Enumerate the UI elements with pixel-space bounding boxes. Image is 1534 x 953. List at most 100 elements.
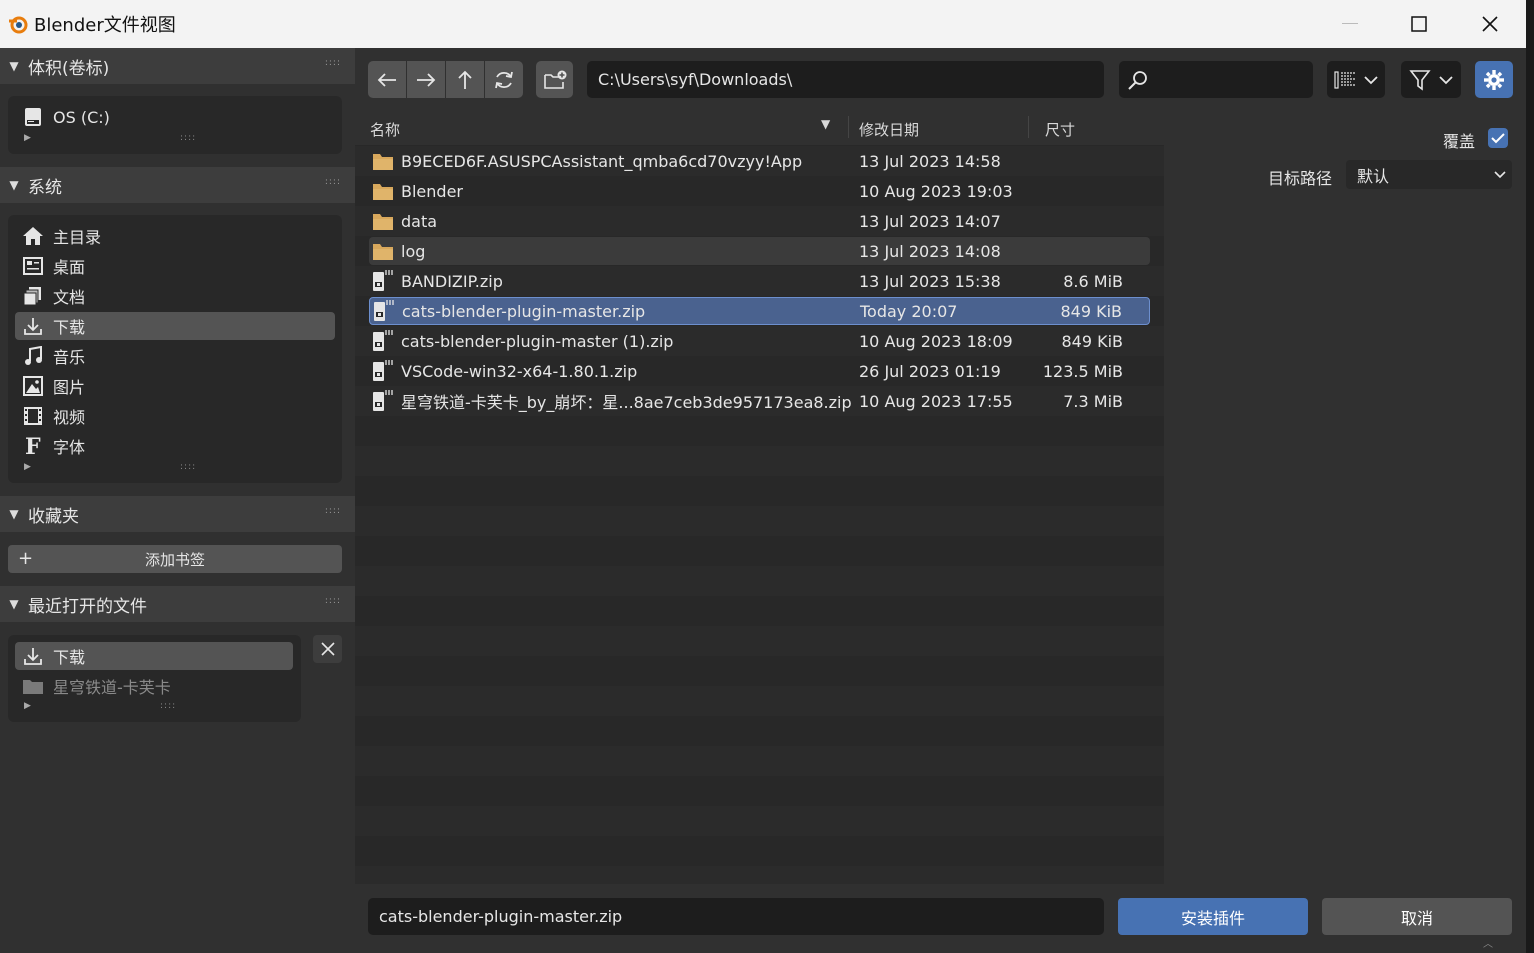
- refresh-icon: [495, 71, 513, 88]
- file-date: 13 Jul 2023 14:58: [859, 151, 1001, 171]
- filter-dropdown[interactable]: [1401, 61, 1461, 98]
- sidebar-item-desktop[interactable]: 桌面: [15, 252, 335, 280]
- back-button[interactable]: [368, 61, 406, 98]
- file-date: Today 20:07: [860, 301, 958, 321]
- collapse-arrow-icon: ▼: [9, 178, 19, 192]
- file-size: 849 KiB: [1060, 301, 1122, 321]
- sidebar-item-home[interactable]: 主目录: [15, 222, 335, 250]
- resize-grip-icon[interactable]: ::::: [180, 133, 196, 143]
- font-icon: F: [18, 432, 48, 460]
- file-date: 10 Aug 2023 17:55: [859, 391, 1013, 411]
- sidebar-item-documents[interactable]: 文档: [15, 282, 335, 310]
- file-row[interactable]: VSCode-win32-x64-1.80.1.zip 26 Jul 2023 0…: [369, 357, 1150, 385]
- resize-grip-icon[interactable]: ::::: [160, 701, 176, 711]
- file-size: 849 KiB: [1061, 331, 1123, 351]
- file-size: 8.6 MiB: [1063, 271, 1123, 291]
- expand-arrow-icon[interactable]: ▶: [24, 133, 31, 143]
- arrow-left-icon: [377, 72, 396, 87]
- arrow-right-icon: [417, 72, 436, 87]
- zip-file-icon: [369, 327, 397, 355]
- target-path-dropdown[interactable]: 默认: [1346, 160, 1512, 189]
- file-name: log: [401, 241, 426, 261]
- scroll-up-icon[interactable]: ︿: [1483, 935, 1493, 950]
- file-row[interactable]: cats-blender-plugin-master (1).zip 10 Aug…: [369, 327, 1150, 355]
- expand-arrow-icon[interactable]: ▶: [24, 701, 31, 711]
- install-addon-button[interactable]: 安装插件: [1118, 898, 1308, 935]
- file-date: 26 Jul 2023 01:19: [859, 361, 1001, 381]
- sidebar-item-pictures[interactable]: 图片: [15, 372, 335, 400]
- new-folder-button[interactable]: [536, 61, 573, 98]
- remove-recent-button[interactable]: [313, 635, 342, 663]
- close-window-button[interactable]: [1455, 0, 1525, 48]
- volumes-panel-header[interactable]: ▼ 体积(卷标) ::::: [0, 48, 355, 84]
- file-row[interactable]: cats-blender-plugin-master.zip Today 20:0…: [369, 297, 1150, 325]
- settings-toggle-button[interactable]: [1475, 61, 1513, 98]
- drag-grip-icon[interactable]: ::::: [325, 177, 341, 187]
- file-row[interactable]: Blender 10 Aug 2023 19:03: [369, 177, 1150, 205]
- filename-input[interactable]: cats-blender-plugin-master.zip: [368, 898, 1104, 935]
- drag-grip-icon[interactable]: ::::: [325, 596, 341, 606]
- display-mode-dropdown[interactable]: [1327, 61, 1385, 98]
- title-bar: Blender文件视图: [0, 0, 1526, 48]
- list-stripe: [355, 506, 1164, 536]
- file-size: 123.5 MiB: [1042, 361, 1123, 381]
- forward-button[interactable]: [407, 61, 445, 98]
- file-row[interactable]: B9ECED6F.ASUSPCAssistant_qmba6cd70vzyy!A…: [369, 147, 1150, 175]
- recent-item-folder[interactable]: 星穹铁道-卡芙卡: [15, 672, 293, 700]
- sidebar-item-videos[interactable]: 视频: [15, 402, 335, 430]
- file-row[interactable]: log 13 Jul 2023 14:08: [369, 237, 1150, 265]
- column-separator[interactable]: [1028, 116, 1029, 138]
- collapse-arrow-icon: ▼: [9, 507, 19, 521]
- search-input[interactable]: [1119, 61, 1313, 98]
- file-row[interactable]: 星穹铁道-卡芙卡_by_崩坏：星...8ae7ceb3de957173ea8.z…: [369, 387, 1150, 415]
- recent-panel-header[interactable]: ▼ 最近打开的文件 ::::: [0, 586, 355, 622]
- parent-directory-button[interactable]: [446, 61, 484, 98]
- add-bookmark-button[interactable]: + 添加书签: [8, 545, 342, 573]
- sidebar-item-fonts[interactable]: F 字体: [15, 432, 335, 460]
- list-stripe: [355, 596, 1164, 626]
- file-row[interactable]: data 13 Jul 2023 14:07: [369, 207, 1150, 235]
- system-list: 主目录 桌面 文档 下载 音乐 图片 视频 F 字体 ▶::::: [8, 215, 342, 483]
- sort-arrow-icon[interactable]: ▼: [821, 117, 830, 131]
- bookmarks-panel-header[interactable]: ▼ 收藏夹 ::::: [0, 496, 355, 532]
- resize-grip-icon[interactable]: ::::: [180, 462, 196, 472]
- list-stripe: [355, 686, 1164, 716]
- sidebar-item-label: 图片: [53, 378, 86, 397]
- sidebar-item-downloads[interactable]: 下载: [15, 312, 335, 340]
- overwrite-checkbox[interactable]: [1488, 128, 1508, 148]
- column-header-size[interactable]: 尺寸: [1045, 119, 1075, 140]
- column-separator[interactable]: [848, 116, 849, 138]
- plus-icon: +: [18, 548, 34, 569]
- list-stripe: [355, 626, 1164, 656]
- maximize-button[interactable]: [1384, 0, 1454, 48]
- download-icon: [18, 312, 48, 340]
- collapse-arrow-icon: ▼: [9, 59, 19, 73]
- add-bookmark-label: 添加书签: [144, 550, 205, 569]
- column-header-date[interactable]: 修改日期: [859, 119, 919, 140]
- cancel-button[interactable]: 取消: [1322, 898, 1512, 935]
- system-panel-header[interactable]: ▼ 系统 ::::: [0, 167, 355, 203]
- zip-file-icon: [369, 387, 397, 415]
- chevron-down-icon: [1494, 171, 1506, 179]
- directory-path-input[interactable]: C:\Users\syf\Downloads\: [587, 61, 1104, 98]
- volume-item-label: OS (C:): [53, 107, 110, 127]
- zip-file-icon: [370, 297, 398, 325]
- sidebar-item-label: 字体: [53, 438, 86, 457]
- overwrite-label: 覆盖: [1443, 132, 1476, 151]
- file-name: Blender: [401, 181, 463, 201]
- file-size: 7.3 MiB: [1063, 391, 1123, 411]
- volume-item-os-c[interactable]: OS (C:): [15, 103, 335, 131]
- expand-arrow-icon[interactable]: ▶: [24, 462, 31, 472]
- refresh-button[interactable]: [485, 61, 523, 98]
- list-stripe: [355, 566, 1164, 596]
- drag-grip-icon[interactable]: ::::: [325, 58, 341, 68]
- recent-item-downloads[interactable]: 下载: [15, 642, 293, 670]
- music-icon: [18, 342, 48, 370]
- minimize-button[interactable]: [1315, 0, 1385, 48]
- file-row[interactable]: BANDIZIP.zip 13 Jul 2023 15:38 8.6 MiB: [369, 267, 1150, 295]
- file-name: cats-blender-plugin-master (1).zip: [401, 331, 674, 351]
- sidebar-item-music[interactable]: 音乐: [15, 342, 335, 370]
- column-header-name[interactable]: 名称: [370, 119, 400, 140]
- image-icon: [18, 372, 48, 400]
- drag-grip-icon[interactable]: ::::: [325, 506, 341, 516]
